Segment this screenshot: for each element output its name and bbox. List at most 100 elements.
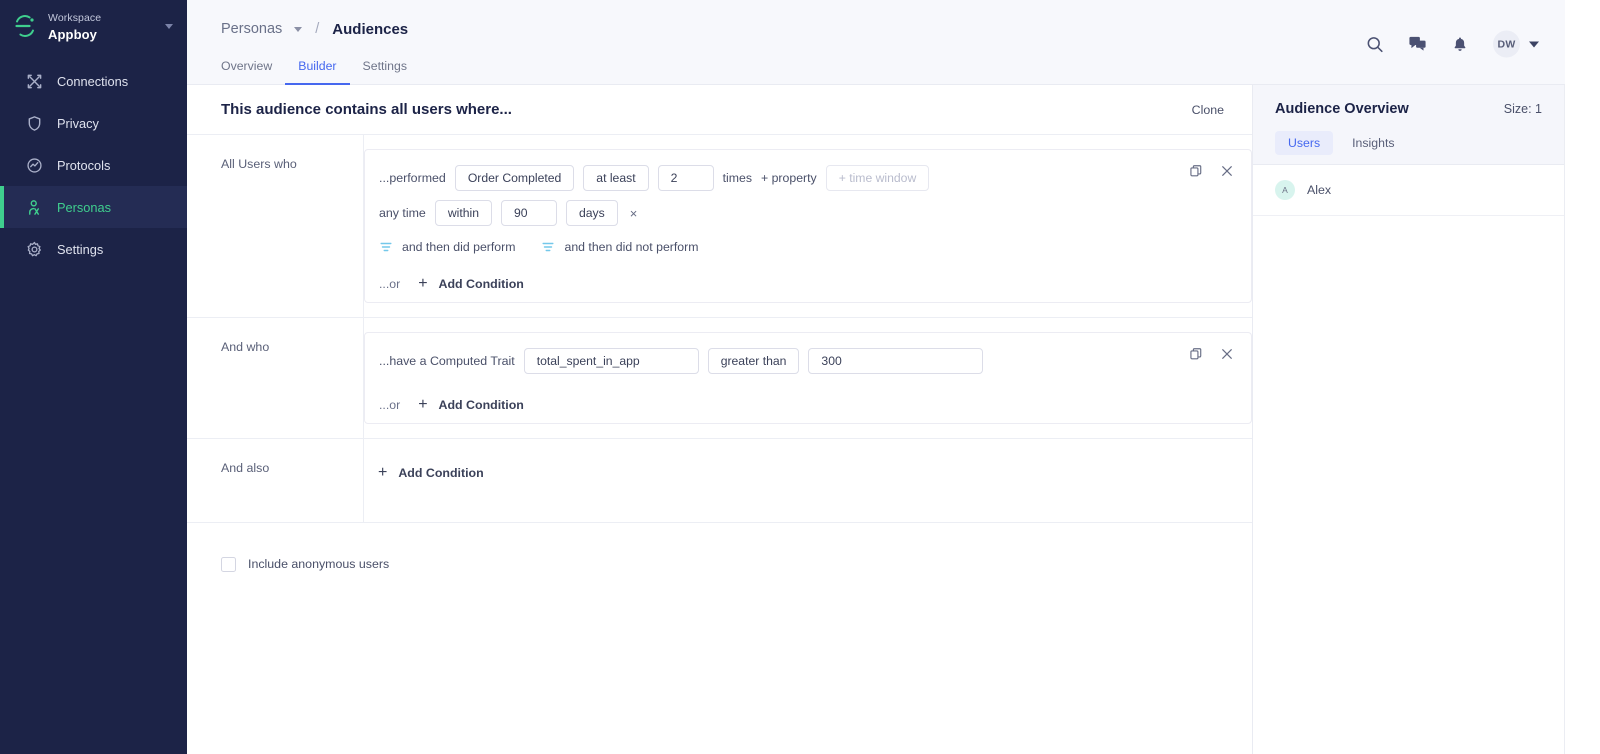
avatar: A: [1275, 180, 1295, 200]
sidebar-nav: Connections Privacy Protocols Personas S…: [0, 60, 187, 270]
anytime-label: any time: [379, 206, 426, 220]
breadcrumb: Personas / Audiences: [221, 0, 1535, 48]
audience-size: Size: 1: [1503, 102, 1542, 116]
sidebar-item-settings[interactable]: Settings: [0, 228, 187, 270]
bell-icon[interactable]: [1451, 35, 1469, 53]
time-window-input[interactable]: + time window: [825, 165, 930, 191]
shield-icon: [25, 114, 43, 132]
group-label: And who: [187, 318, 364, 438]
user-menu[interactable]: DW: [1493, 30, 1539, 58]
protocols-icon: [25, 156, 43, 174]
builder-header: This audience contains all users where..…: [187, 85, 1252, 135]
condition-prefix: ...have a Computed Trait: [379, 354, 515, 368]
overview-title: Audience Overview: [1275, 101, 1409, 117]
search-icon[interactable]: [1366, 35, 1384, 53]
condition-group: And who ...have a Computed Trait total_s…: [187, 318, 1252, 439]
topbar-actions: DW: [1366, 30, 1539, 58]
condition-group: And also + Add Condition: [187, 439, 1252, 523]
sidebar-item-label: Connections: [57, 73, 129, 89]
content: This audience contains all users where..…: [187, 85, 1565, 754]
count-input[interactable]: 2: [657, 165, 714, 191]
workspace-text: Workspace Appboy: [48, 8, 155, 45]
chevron-down-icon[interactable]: [294, 26, 303, 32]
chat-icon[interactable]: [1408, 35, 1427, 54]
add-condition-button[interactable]: + Add Condition: [364, 465, 1252, 481]
remove-timeframe-icon[interactable]: ×: [627, 207, 641, 220]
trait-select[interactable]: total_spent_in_app: [523, 348, 699, 374]
builder-title: This audience contains all users where..…: [221, 101, 512, 118]
workspace-label: Workspace: [48, 11, 102, 24]
audience-builder: This audience contains all users where..…: [187, 85, 1253, 754]
gear-icon: [25, 240, 43, 258]
connections-icon: [25, 72, 43, 90]
sidebar-item-connections[interactable]: Connections: [0, 60, 187, 102]
event-select[interactable]: Order Completed: [454, 165, 575, 191]
operator-select[interactable]: at least: [583, 165, 649, 191]
sidebar-item-protocols[interactable]: Protocols: [0, 144, 187, 186]
within-select[interactable]: within: [434, 200, 492, 226]
user-name: Alex: [1307, 183, 1332, 197]
tab-insights[interactable]: Insights: [1339, 131, 1407, 155]
avatar: DW: [1493, 30, 1520, 58]
add-condition-button[interactable]: + Add Condition: [418, 276, 524, 292]
group-body: ...performed Order Completed at least 2 …: [364, 135, 1252, 317]
tab-overview[interactable]: Overview: [221, 59, 285, 85]
sidebar: Workspace Appboy Connections Privacy Pro…: [0, 0, 187, 754]
include-anonymous-checkbox[interactable]: [221, 556, 236, 572]
add-condition-button[interactable]: + Add Condition: [418, 397, 524, 413]
sidebar-item-personas[interactable]: Personas: [0, 186, 187, 228]
sidebar-item-label: Protocols: [57, 157, 111, 173]
close-icon[interactable]: [1221, 165, 1233, 177]
condition-row-performed: ...performed Order Completed at least 2 …: [365, 164, 1251, 192]
tab-builder[interactable]: Builder: [285, 59, 350, 85]
card-actions: [1189, 347, 1233, 361]
comparator-select[interactable]: greater than: [707, 348, 800, 374]
list-item[interactable]: A Alex: [1253, 165, 1564, 216]
close-icon[interactable]: [1221, 348, 1233, 360]
add-property-button[interactable]: + property: [761, 171, 817, 185]
condition-prefix: ...performed: [379, 171, 446, 185]
segment-logo-icon: [12, 13, 38, 39]
duration-input[interactable]: 90: [501, 200, 557, 226]
sidebar-item-privacy[interactable]: Privacy: [0, 102, 187, 144]
plus-icon: +: [418, 396, 428, 413]
include-anonymous-label: Include anonymous users: [248, 557, 390, 571]
times-label: times: [722, 171, 752, 185]
page-title: Audiences: [332, 20, 409, 38]
add-condition-label: Add Condition: [438, 277, 524, 291]
persona-icon: [25, 198, 43, 216]
plus-icon: +: [378, 464, 388, 481]
app-window: Workspace Appboy Connections Privacy Pro…: [0, 0, 1565, 754]
or-label: ...or: [379, 277, 401, 291]
breadcrumb-separator: /: [315, 21, 320, 37]
duplicate-icon[interactable]: [1189, 347, 1203, 361]
or-label: ...or: [379, 398, 401, 412]
page-tabs: Overview Builder Settings: [221, 59, 420, 85]
chevron-down-icon[interactable]: [1529, 41, 1539, 47]
tab-users[interactable]: Users: [1275, 131, 1334, 155]
tab-settings[interactable]: Settings: [350, 59, 420, 85]
sidebar-item-label: Personas: [57, 199, 112, 215]
topbar: Personas / Audiences DW Overview Builder…: [187, 0, 1565, 85]
condition-row-timeframe: any time within 90 days ×: [365, 199, 1251, 227]
card-actions: [1189, 164, 1233, 178]
sidebar-item-label: Privacy: [57, 115, 99, 131]
add-condition-label: Add Condition: [398, 466, 484, 480]
condition-card: ...performed Order Completed at least 2 …: [364, 149, 1252, 303]
trait-value-input[interactable]: 300: [808, 348, 984, 374]
overview-empty-space: [1253, 216, 1564, 754]
condition-row-trait: ...have a Computed Trait total_spent_in_…: [365, 347, 1251, 375]
duplicate-icon[interactable]: [1189, 164, 1203, 178]
and-then-did-perform-button[interactable]: and then did perform: [379, 240, 515, 254]
main-area: Personas / Audiences DW Overview Builder…: [187, 0, 1565, 754]
breadcrumb-parent[interactable]: Personas: [221, 21, 282, 37]
workspace-name: Appboy: [48, 27, 97, 42]
filter-icon: [380, 242, 392, 252]
clone-button[interactable]: Clone: [1192, 103, 1224, 117]
include-anonymous-row: Include anonymous users: [187, 523, 1252, 585]
overview-header: Audience Overview Size: 1 Users Insights: [1253, 85, 1564, 165]
and-then-did-not-perform-button[interactable]: and then did not perform: [541, 240, 698, 254]
unit-select[interactable]: days: [566, 200, 618, 226]
chevron-down-icon[interactable]: [165, 23, 173, 29]
workspace-switcher[interactable]: Workspace Appboy: [0, 0, 187, 52]
